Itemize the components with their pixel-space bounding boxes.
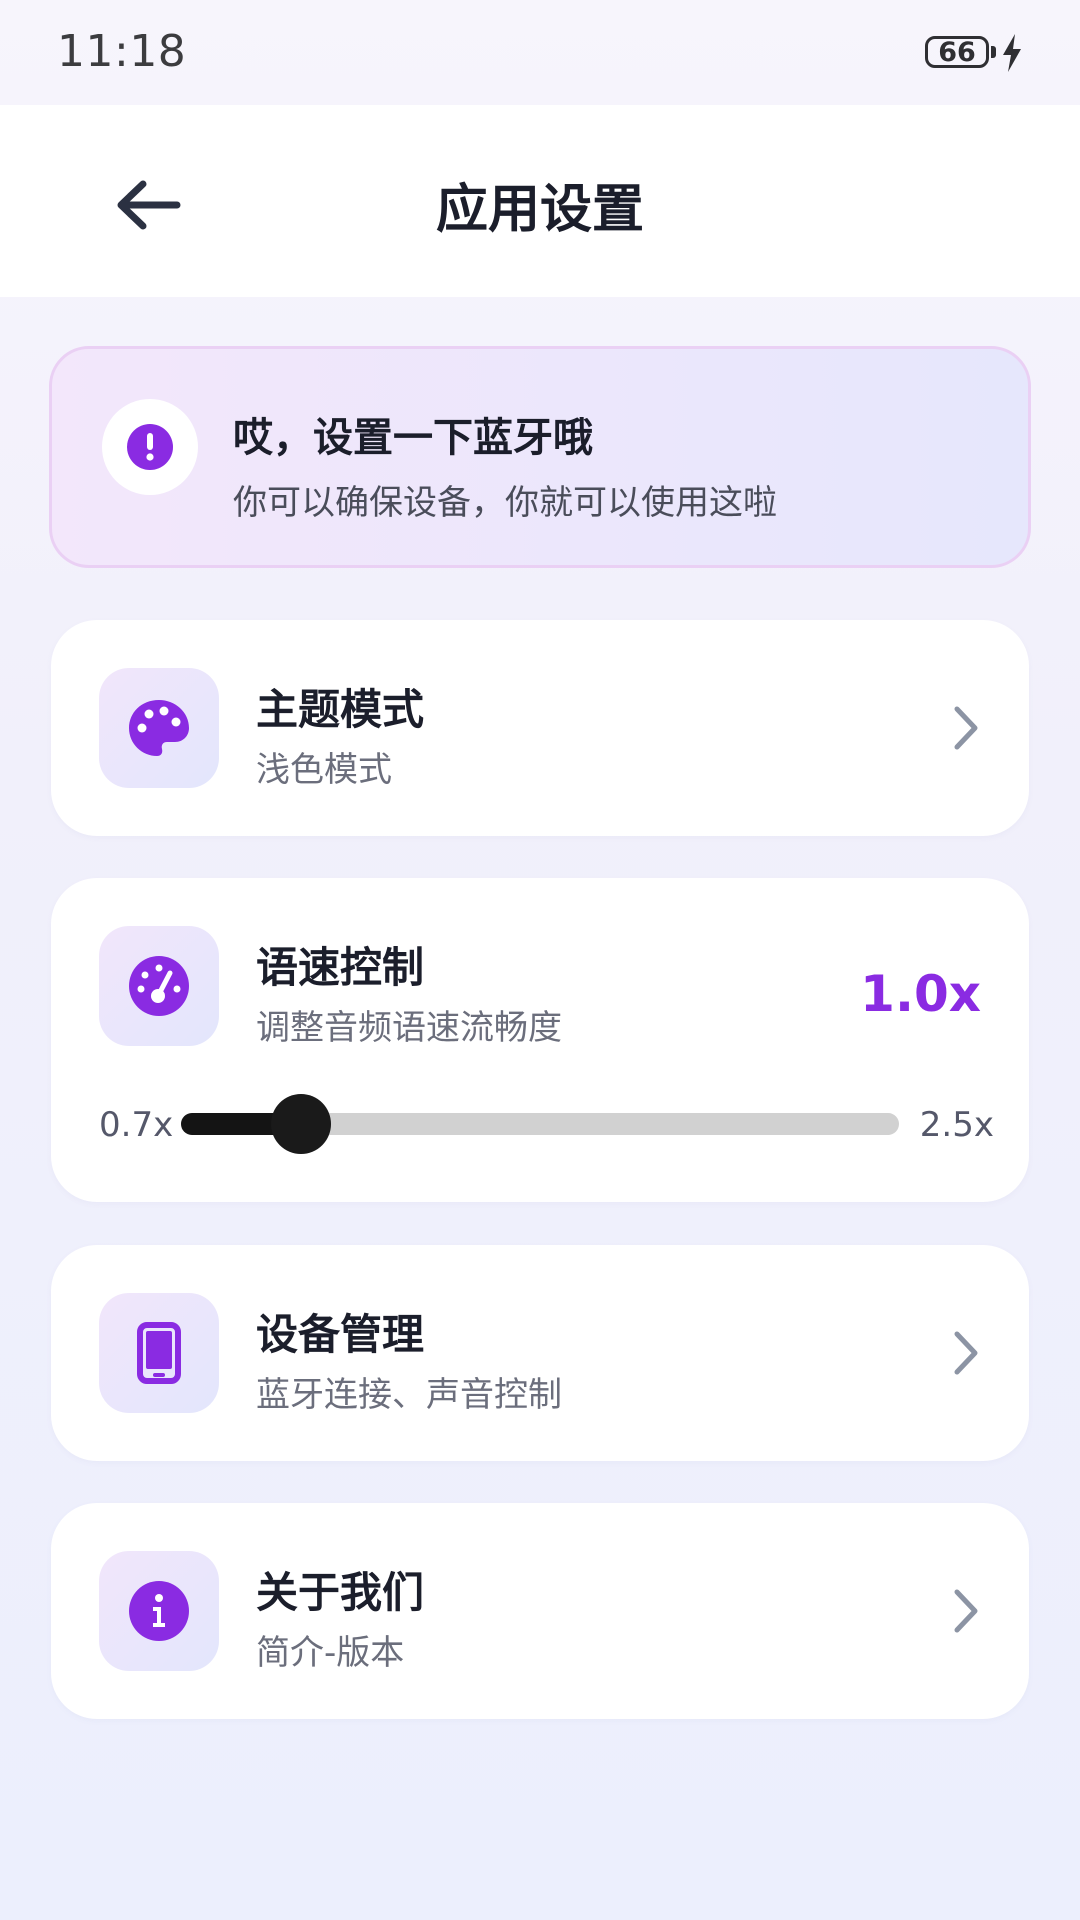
bluetooth-notice-banner: 哎，设置一下蓝牙哦 你可以确保设备，你就可以使用这啦 (49, 346, 1031, 568)
theme-chevron-right-icon (946, 698, 986, 758)
speed-value: 1.0x (860, 965, 981, 1023)
slider-min-label: 0.7x (99, 1105, 174, 1145)
speed-subtitle: 调整音频语速流畅度 (256, 1008, 562, 1048)
about-chevron-right-icon (946, 1581, 986, 1641)
notice-title: 哎，设置一下蓝牙哦 (233, 415, 593, 461)
device-management-card[interactable]: 设备管理 蓝牙连接、声音控制 (51, 1245, 1029, 1461)
speed-slider-thumb[interactable] (271, 1094, 331, 1154)
info-icon (129, 1581, 189, 1641)
status-time: 11:18 (57, 26, 187, 77)
device-chevron-right-icon (946, 1323, 986, 1383)
device-subtitle: 蓝牙连接、声音控制 (256, 1375, 562, 1415)
exclamation-icon (127, 424, 173, 470)
about-us-card[interactable]: 关于我们 简介-版本 (51, 1503, 1029, 1719)
about-subtitle: 简介-版本 (256, 1633, 405, 1673)
theme-subtitle: 浅色模式 (256, 750, 392, 790)
theme-icon-box (99, 668, 219, 788)
speed-control-card: 语速控制 调整音频语速流畅度 1.0x 0.7x 2.5x (51, 878, 1029, 1202)
speed-title: 语速控制 (256, 943, 425, 992)
battery-tip (991, 46, 996, 58)
phone-icon (137, 1322, 181, 1384)
palette-icon (129, 700, 189, 756)
theme-mode-card[interactable]: 主题模式 浅色模式 (51, 620, 1029, 836)
page-title: 应用设置 (435, 180, 644, 240)
speed-slider[interactable] (181, 1094, 899, 1154)
status-bar: 11:18 66 (0, 0, 1080, 105)
battery-level: 66 (938, 36, 976, 68)
speed-icon-box (99, 926, 219, 1046)
theme-title: 主题模式 (256, 685, 425, 734)
notice-icon-wrap (102, 399, 198, 495)
notice-text: 你可以确保设备，你就可以使用这啦 (233, 483, 777, 523)
device-icon-box (99, 1293, 219, 1413)
charging-bolt-icon (1003, 34, 1021, 72)
about-icon-box (99, 1551, 219, 1671)
device-title: 设备管理 (256, 1310, 425, 1359)
about-title: 关于我们 (256, 1568, 425, 1617)
battery-icon: 66 (925, 36, 989, 68)
app-header: 应用设置 (0, 105, 1080, 297)
slider-max-label: 2.5x (919, 1105, 994, 1145)
speedometer-icon (129, 956, 189, 1016)
